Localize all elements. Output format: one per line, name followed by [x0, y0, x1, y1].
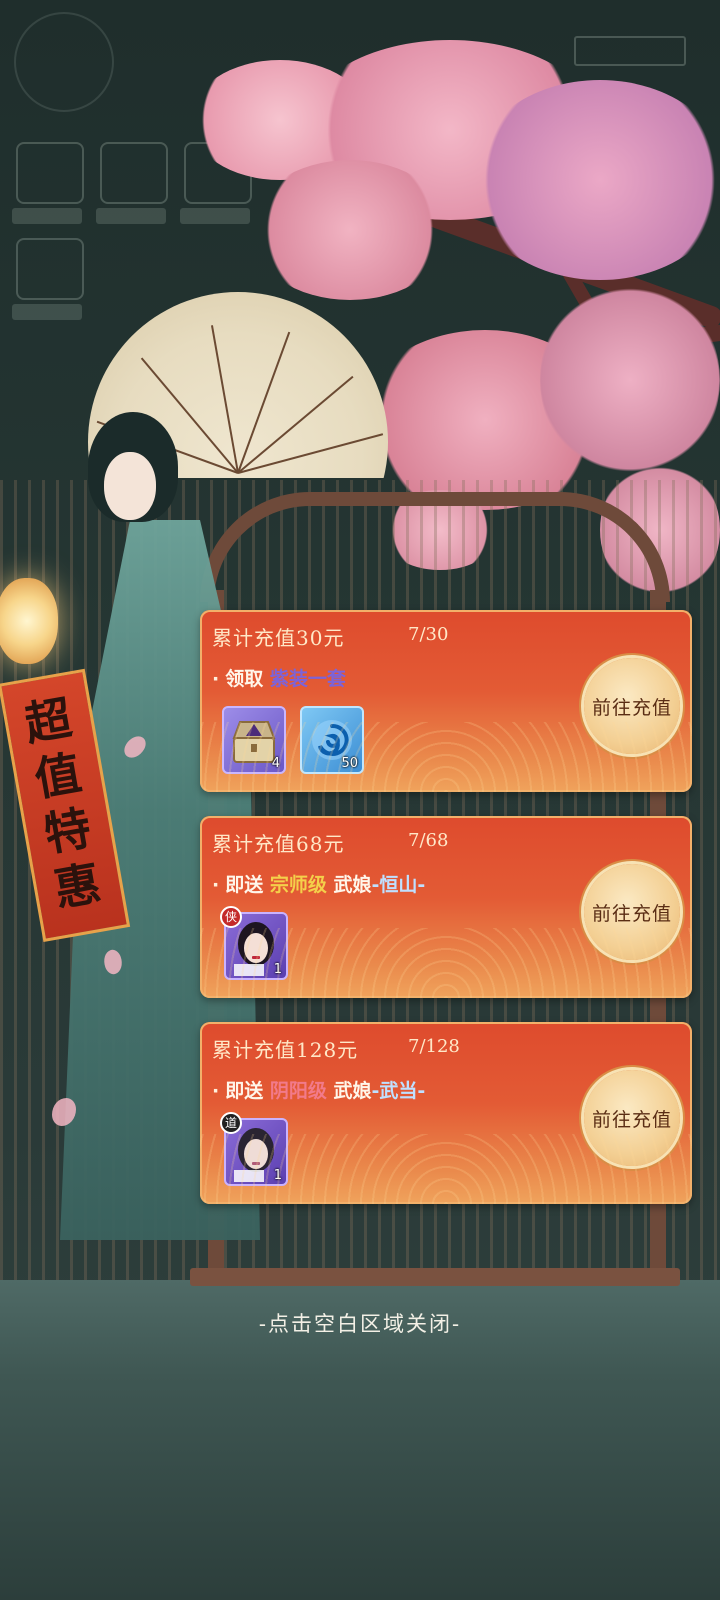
reward-item[interactable]: 50: [300, 706, 364, 774]
underlying-menu-label: [12, 304, 82, 320]
reward-hero-prefix: 武娘: [333, 1080, 372, 1102]
reward-progress: 7/68: [408, 830, 449, 851]
lantern-icon: [0, 578, 58, 664]
reward-title: 累计充值128元: [212, 1038, 359, 1062]
go-recharge-button[interactable]: 前往充值: [584, 864, 680, 960]
underlying-menu-icon: [16, 142, 84, 204]
reward-card: 累计充值30元 7/30 · 领取 紫装一套 4 50 前往充值: [200, 610, 692, 792]
wooden-arch: [200, 492, 670, 602]
reward-progress: 7/128: [408, 1036, 460, 1057]
cherry-blossom-cluster: [250, 160, 450, 300]
underlying-top-button: [574, 36, 686, 66]
faction-badge-icon: 侠: [220, 906, 242, 928]
reward-description: · 即送 宗师级 武娘-恒山-: [212, 874, 426, 896]
treasure-chest-icon: [232, 721, 276, 763]
reward-description: · 领取 紫装一套: [212, 668, 346, 690]
reward-hero-prefix: 武娘: [333, 874, 372, 896]
reward-progress: 7/30: [408, 624, 449, 645]
reward-item[interactable]: 侠 1: [220, 906, 288, 980]
underlying-avatar: [14, 12, 114, 112]
reward-card: 累计充值128元 7/128 · 即送 阴阳级 武娘-武当- 道 1 前往充值: [200, 1022, 692, 1204]
reward-action: 即送: [225, 874, 264, 896]
reward-action: 领取: [225, 668, 264, 690]
item-quantity: 1: [273, 1168, 282, 1183]
go-recharge-button[interactable]: 前往充值: [584, 658, 680, 754]
reward-title: 累计充值30元: [212, 626, 345, 650]
go-recharge-button[interactable]: 前往充值: [584, 1070, 680, 1166]
reward-hero-name: -武当-: [371, 1080, 426, 1102]
underlying-menu-label: [180, 208, 250, 224]
underlying-menu-label: [12, 208, 82, 224]
item-quantity: 4: [271, 756, 280, 771]
close-hint[interactable]: -点击空白区域关闭-: [0, 1308, 720, 1338]
swirl-orb-icon: [312, 720, 352, 760]
reward-item[interactable]: 4: [222, 706, 286, 774]
item-quantity: 1: [273, 962, 282, 977]
reward-grade: 阴阳级: [269, 1080, 327, 1102]
reward-description: · 即送 阴阳级 武娘-武当-: [212, 1080, 426, 1102]
reward-title: 累计充值68元: [212, 832, 345, 856]
underlying-menu-icon: [16, 238, 84, 300]
popup-backdrop[interactable]: 超值特惠 累计充值30元 7/30 · 领取 紫装一套 4 50 前往充值 累计…: [0, 0, 720, 1600]
underlying-menu-label: [96, 208, 166, 224]
fence-base-rail: [190, 1268, 680, 1286]
underlying-menu-icon: [100, 142, 168, 204]
reward-action: 即送: [225, 1080, 264, 1102]
cherry-blossom-cluster: [540, 280, 720, 480]
reward-hero-name: -恒山-: [371, 874, 426, 896]
reward-item[interactable]: 道 1: [220, 1112, 288, 1186]
faction-badge-icon: 道: [220, 1112, 242, 1134]
reward-item-text: 紫装一套: [269, 668, 346, 690]
item-quantity: 50: [341, 756, 358, 771]
cherry-blossom-cluster: [470, 80, 720, 280]
reward-grade: 宗师级: [269, 874, 327, 896]
reward-card: 累计充值68元 7/68 · 即送 宗师级 武娘-恒山- 侠 1 前往充值: [200, 816, 692, 998]
heroine-face: [104, 452, 156, 520]
